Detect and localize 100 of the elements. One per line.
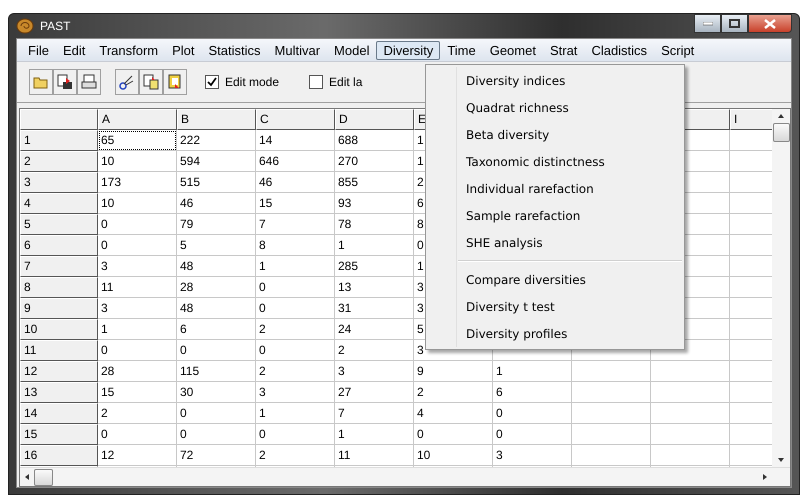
table-cell: 65 — [98, 130, 177, 151]
row-header: 15 — [20, 424, 98, 445]
table-cell: 9 — [414, 361, 493, 382]
row-header: 16 — [20, 445, 98, 466]
table-cell: 3 — [98, 256, 177, 277]
column-header: B — [177, 109, 256, 130]
menu-item[interactable]: Geomet — [482, 40, 543, 60]
table-cell: 10 — [98, 193, 177, 214]
table-cell: 4 — [414, 403, 493, 424]
table-cell: 0 — [256, 340, 335, 361]
row-header: 7 — [20, 256, 98, 277]
copy-icon[interactable] — [163, 69, 187, 95]
table-cell: 0 — [256, 298, 335, 319]
menu-item[interactable]: Diversity — [376, 40, 440, 60]
table-cell: 0 — [414, 424, 493, 445]
checkbox-label: Edit la — [329, 75, 362, 89]
table-cell: 11 — [98, 277, 177, 298]
table-cell: 11 — [335, 445, 414, 466]
column-header: A — [98, 109, 177, 130]
table-cell: 1 — [335, 424, 414, 445]
table-cell: 12 — [98, 445, 177, 466]
menu-item[interactable]: Cladistics — [584, 40, 654, 60]
table-cell: 3 — [493, 445, 572, 466]
table-cell: 688 — [335, 130, 414, 151]
table-cell: 31 — [335, 298, 414, 319]
table-cell: 7 — [335, 403, 414, 424]
table-cell: 0 — [177, 424, 256, 445]
table-cell: 30 — [177, 382, 256, 403]
table-cell: 2 — [256, 361, 335, 382]
table-cell: 46 — [177, 193, 256, 214]
scrollbar-thumb[interactable] — [34, 468, 53, 486]
row-header: 11 — [20, 340, 98, 361]
row-header: 12 — [20, 361, 98, 382]
paste-icon[interactable] — [139, 69, 163, 95]
row-header: 10 — [20, 319, 98, 340]
table-cell: 14 — [256, 130, 335, 151]
menu-item[interactable]: Plot — [165, 40, 202, 60]
table-cell: 10 — [414, 445, 493, 466]
row-header: 8 — [20, 277, 98, 298]
menu-item[interactable]: Transform — [92, 40, 166, 60]
scissors-icon[interactable] — [115, 69, 139, 95]
menu-item[interactable]: Script — [654, 40, 702, 60]
table-cell: 48 — [177, 298, 256, 319]
table-cell: 0 — [177, 340, 256, 361]
table-cell: 72 — [177, 445, 256, 466]
table-cell: 1 — [493, 361, 572, 382]
table-cell: 0 — [98, 340, 177, 361]
table-cell: 173 — [98, 172, 177, 193]
vertical-scrollbar[interactable] — [772, 109, 790, 467]
horizontal-scrollbar[interactable] — [20, 467, 790, 486]
maximize-button[interactable] — [721, 14, 748, 33]
menu-item[interactable]: Model — [327, 40, 376, 60]
table-cell: 1 — [256, 403, 335, 424]
maximize-icon — [729, 19, 740, 28]
scrollbar-thumb[interactable] — [772, 123, 790, 142]
checkbox[interactable] — [309, 75, 324, 89]
save-icon[interactable] — [53, 69, 77, 95]
menu-item[interactable]: File — [21, 40, 56, 60]
menu-item[interactable]: Multivar — [268, 40, 328, 60]
column-header: C — [256, 109, 335, 130]
menu-item[interactable]: Statistics — [202, 40, 268, 60]
row-header: 3 — [20, 172, 98, 193]
table-cell: 222 — [177, 130, 256, 151]
table-cell: 646 — [256, 151, 335, 172]
table-cell: 2 — [414, 382, 493, 403]
table-cell: 5 — [177, 235, 256, 256]
table-cell: 15 — [256, 193, 335, 214]
table-cell: 13 — [335, 277, 414, 298]
table-cell: 3 — [335, 361, 414, 382]
menu-item[interactable]: Edit — [56, 40, 92, 60]
row-header: 2 — [20, 151, 98, 172]
row-header: 5 — [20, 214, 98, 235]
table-cell: 10 — [98, 151, 177, 172]
close-button[interactable] — [748, 14, 792, 33]
row-header: 4 — [20, 193, 98, 214]
table-cell: 93 — [335, 193, 414, 214]
minimize-button[interactable] — [694, 14, 721, 33]
print-icon[interactable] — [77, 69, 101, 95]
menu-item[interactable]: Time — [440, 40, 483, 60]
table-cell: 2 — [256, 319, 335, 340]
table-cell: 8 — [256, 235, 335, 256]
table-cell: 0 — [493, 403, 572, 424]
table-cell: 0 — [177, 403, 256, 424]
checkbox[interactable] — [205, 75, 219, 89]
table-cell: 285 — [335, 256, 414, 277]
close-icon — [764, 18, 776, 28]
table-cell: 3 — [256, 382, 335, 403]
menu-option[interactable]: Diversity indices — [426, 67, 684, 94]
table-cell: 115 — [177, 361, 256, 382]
table-cell: 1 — [256, 256, 335, 277]
open-folder-icon[interactable] — [29, 69, 53, 95]
column-header: I — [730, 109, 772, 130]
table-cell: 2 — [98, 403, 177, 424]
table-cell: 28 — [177, 277, 256, 298]
table-cell: 1 — [335, 235, 414, 256]
column-header: D — [335, 109, 414, 130]
menu-item[interactable]: Strat — [542, 40, 584, 60]
table-cell: 0 — [98, 214, 177, 235]
table-cell: 27 — [335, 382, 414, 403]
table-cell: 48 — [177, 256, 256, 277]
